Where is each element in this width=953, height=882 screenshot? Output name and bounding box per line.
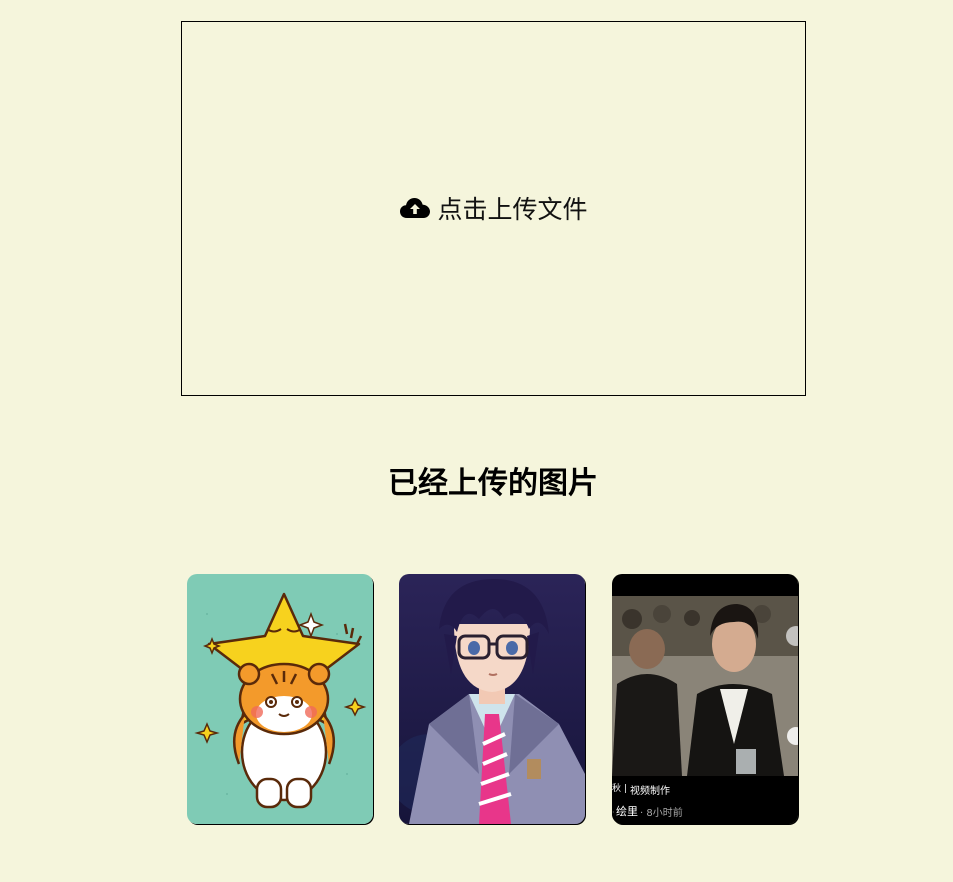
file-upload-dropzone[interactable]: 点击上传文件	[181, 21, 806, 396]
uploaded-image-thumbnail[interactable]	[399, 574, 585, 824]
uploaded-images-heading: 已经上传的图片	[388, 466, 598, 501]
tiger-star-image	[187, 574, 373, 824]
anime-boy-image	[399, 574, 585, 824]
svg-text:秋 |: 秋 |	[612, 782, 627, 794]
video-caption-author: 绘里	[616, 805, 638, 818]
cloud-upload-icon	[399, 196, 431, 220]
video-caption-time: · 8小时前	[640, 808, 683, 819]
upload-prompt[interactable]: 点击上传文件	[399, 190, 588, 226]
upload-label: 点击上传文件	[437, 194, 588, 224]
video-caption-tags: 视频制作	[630, 786, 670, 797]
uploaded-image-thumbnail[interactable]: 秋 | · · · · · 视频制作 绘里 · 8小时前	[612, 574, 798, 824]
uploaded-image-thumbnail[interactable]	[187, 574, 373, 824]
